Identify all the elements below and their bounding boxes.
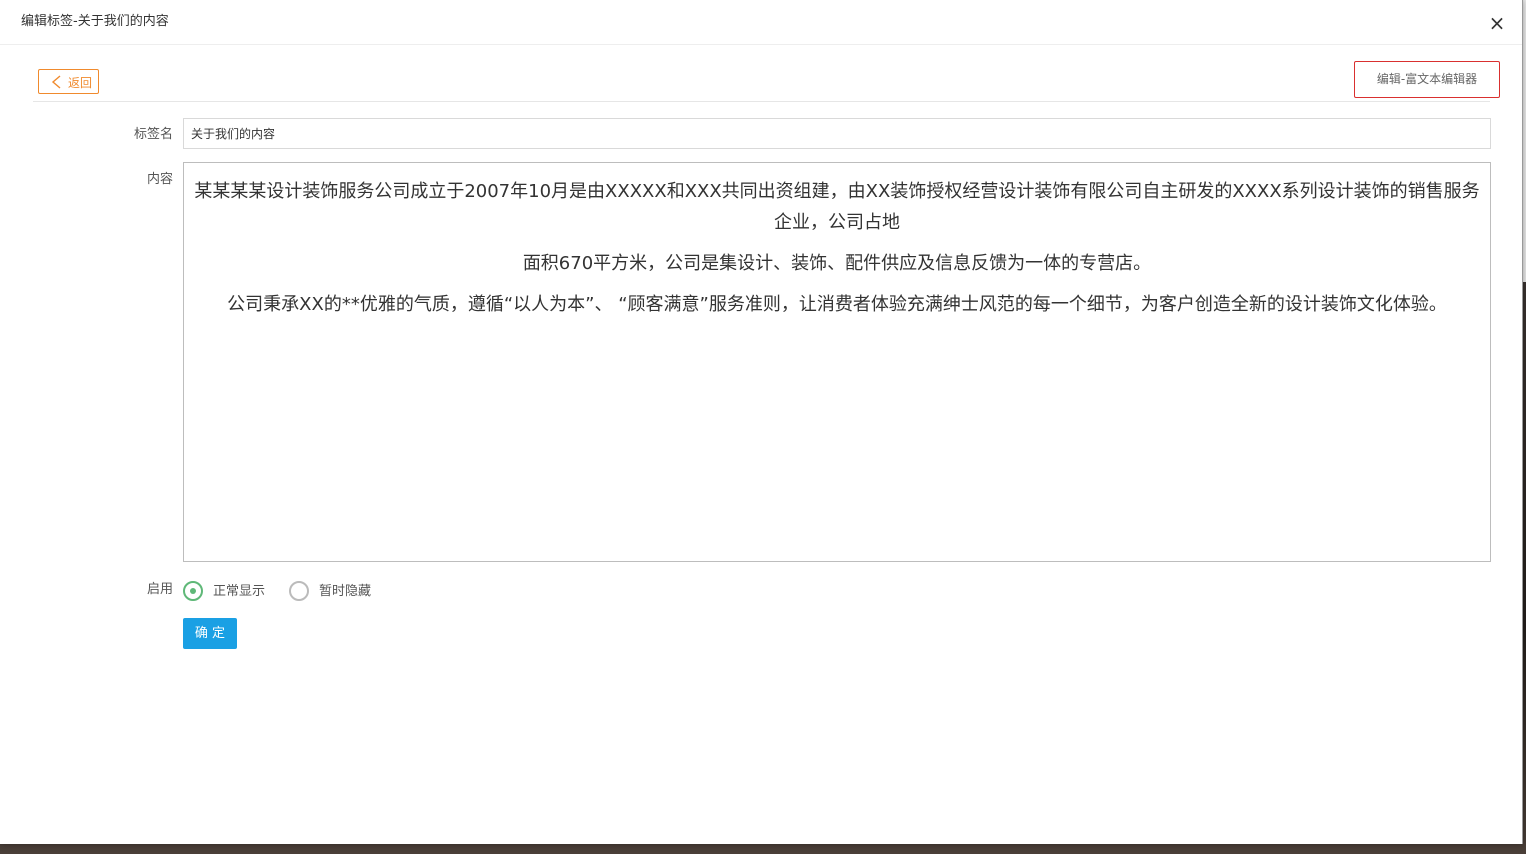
content-paragraph: 某某某某设计装饰服务公司成立于2007年10月是由XXXXX和XXX共同出资组建… bbox=[194, 181, 1480, 233]
content-editor[interactable]: 某某某某设计装饰服务公司成立于2007年10月是由XXXXX和XXX共同出资组建… bbox=[183, 162, 1491, 562]
edit-tag-dialog: 编辑标签-关于我们的内容 × 返回 编辑-富文本编辑器 标签名 内容 某某某某设… bbox=[0, 0, 1523, 844]
back-button-label: 返回 bbox=[68, 76, 93, 90]
back-button[interactable]: 返回 bbox=[38, 69, 99, 94]
content-paragraph: 公司秉承XX的**优雅的气质，遵循“以人为本”、 “顾客满意”服务准则，让消费者… bbox=[227, 294, 1447, 315]
close-icon: × bbox=[1488, 11, 1506, 35]
content-label: 内容 bbox=[146, 172, 173, 187]
enable-label: 启用 bbox=[146, 582, 173, 597]
chevron-left-icon bbox=[51, 75, 61, 89]
tag-name-input[interactable] bbox=[183, 118, 1491, 149]
content-paragraph: 面积670平方米，公司是集设计、装饰、配件供应及信息反馈为一体的专营店。 bbox=[522, 253, 1152, 274]
radio-show[interactable]: 正常显示 bbox=[183, 581, 278, 603]
dialog-header: 编辑标签-关于我们的内容 × bbox=[0, 0, 1522, 45]
toolbar-divider bbox=[33, 101, 1490, 102]
radio-show-label: 正常显示 bbox=[213, 584, 266, 599]
radio-hide-label: 暂时隐藏 bbox=[319, 584, 372, 599]
radio-hide[interactable]: 暂时隐藏 bbox=[289, 581, 384, 603]
radio-unchecked-icon bbox=[289, 581, 309, 601]
tag-name-label: 标签名 bbox=[133, 127, 173, 142]
radio-checked-icon bbox=[183, 581, 203, 601]
dialog-title: 编辑标签-关于我们的内容 bbox=[21, 14, 169, 29]
confirm-button[interactable]: 确 定 bbox=[183, 618, 237, 649]
close-button[interactable]: × bbox=[1487, 13, 1507, 33]
rich-text-editor-button[interactable]: 编辑-富文本编辑器 bbox=[1354, 61, 1500, 98]
